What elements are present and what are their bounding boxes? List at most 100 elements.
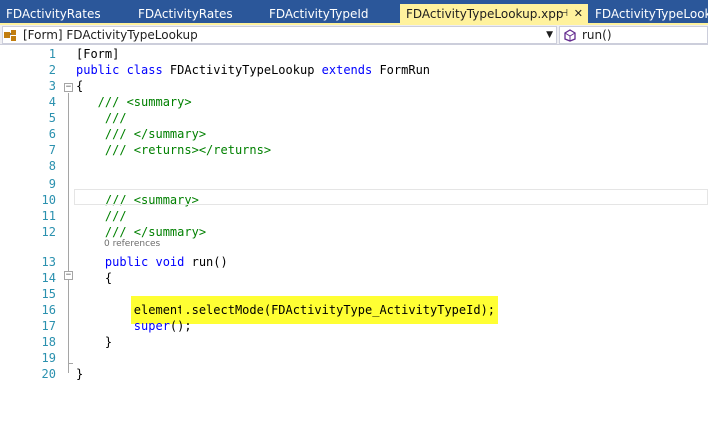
code-line[interactable]: 7 /// <returns></returns> [0,142,708,158]
method-selector-label: run() [582,28,612,42]
outline-end-marker [68,363,73,364]
line-number: 15 [41,287,56,301]
code-line[interactable]: 6 /// </summary> [0,126,708,142]
code-line[interactable]: 5 /// [0,110,708,126]
code-text: /// </summary> [76,126,206,142]
code-token: (); [169,319,192,333]
code-text: public void run() [76,254,228,270]
line-number: 4 [48,95,56,109]
tab-fdactivityrates-2[interactable]: FDActivityRates [132,4,260,24]
class-selector-dropdown[interactable]: [Form] FDActivityTypeLookup ▼ [2,26,557,44]
code-text: /// [76,110,127,126]
code-line[interactable]: 12 /// </summary> [0,224,708,240]
line-number: 20 [41,367,56,381]
line-number: 19 [41,351,56,365]
line-number: 9 [48,177,56,191]
tab-label: FDActivityTypeId [269,7,369,21]
code-text: element.selectMode(FDActivityType_Activi… [76,299,496,321]
code-line[interactable]: 14 { [0,270,708,286]
code-line[interactable]: 11 /// [0,208,708,224]
tab-fdactivitytypelookup-xpp[interactable]: FDActivityTypeLookup.xpp ⊣ ✕ [400,4,588,24]
line-number: 17 [41,319,56,333]
line-number: 6 [48,127,56,141]
code-text: super(); [76,318,192,334]
line-number: 10 [41,193,56,207]
code-line[interactable]: 13 public void run() [0,254,708,270]
comment-token: /// [76,111,127,125]
collapse-method-icon[interactable]: − [64,271,73,280]
code-line[interactable]: 19 [0,350,708,366]
code-token: [Form] [76,47,120,61]
tab-label: FDActivityRates [138,7,233,21]
line-number: 1 [48,47,56,61]
tab-label: FDActivityTypeLookup.xpp [406,7,564,21]
code-line[interactable]: 4 /// <summary> [0,94,708,110]
comment-token: /// [76,209,127,223]
code-text: /// <summary> [76,94,192,110]
line-number: 12 [41,225,56,239]
comment-token: /// <returns></returns> [76,143,272,157]
code-text: } [76,366,83,382]
line-number: 18 [41,335,56,349]
comment-token: /// </summary> [76,127,207,141]
form-class-icon [4,30,16,41]
line-number: 11 [41,209,56,223]
collapse-class-icon[interactable]: − [64,83,73,92]
line-number: 14 [41,271,56,285]
method-cube-icon [564,29,576,42]
code-line[interactable]: 1 [Form] [0,46,708,62]
code-text: /// [76,208,127,224]
code-line[interactable]: 2 public class FDActivityTypeLookup exten… [0,62,708,78]
outline-guide [68,93,69,373]
tab-label: FDActivityRates [6,7,101,21]
code-line[interactable]: 3{ [0,78,708,94]
code-line[interactable]: 20} [0,366,708,382]
code-text: } [76,334,112,350]
tab-label: FDActivityTypeLookup [595,7,708,21]
chevron-down-icon[interactable]: ▼ [546,27,553,43]
line-number: 3 [48,79,56,93]
code-line[interactable]: 17 super(); [0,318,708,334]
tab-fdactivityrates-1[interactable]: FDActivityRates [0,4,128,24]
comment-token: /// <summary> [76,95,192,109]
code-line[interactable]: 16 element.selectMode(FDActivityType_Act… [0,299,708,321]
line-number: 16 [41,303,56,317]
code-token: { [76,271,113,285]
code-text: [Form] [76,46,119,62]
code-token: FormRun [372,63,431,77]
tab-fdactivitytypelookup[interactable]: FDActivityTypeLookup [589,4,708,24]
pin-icon[interactable]: ⊣ [559,4,568,24]
tab-fdactivitytypeid[interactable]: FDActivityTypeId [263,4,398,24]
code-line[interactable]: 18 } [0,334,708,350]
code-editor[interactable]: 1 [Form] 2 public class FDActivityTypeLooku… [0,46,708,428]
code-token: } [76,335,113,349]
line-number: 8 [48,159,56,173]
code-token: run() [184,255,228,269]
navigation-bar: [Form] FDActivityTypeLookup ▼ run() [0,25,708,45]
line-number: 2 [48,63,56,77]
class-selector-label: [Form] FDActivityTypeLookup [23,28,198,42]
code-line[interactable]: 8 [0,158,708,174]
close-icon[interactable]: ✕ [574,4,583,24]
code-token: } [76,367,84,381]
method-selector-dropdown[interactable]: run() [559,26,708,44]
code-lens-references[interactable]: 0 references [104,239,160,249]
keyword-token: public class [76,63,163,77]
line-number: 5 [48,111,56,125]
code-token: FDActivityTypeLookup [162,63,322,77]
code-token: { [76,79,84,93]
line-number: 13 [41,255,56,269]
current-line-indicator [74,189,708,205]
code-text: /// <returns></returns> [76,142,271,158]
keyword-token: extends [321,63,373,77]
code-text: /// </summary> [76,224,206,240]
keyword-token: super [133,319,170,333]
keyword-token: public void [76,255,185,269]
line-number: 7 [48,143,56,157]
code-text: public class FDActivityTypeLookup extend… [76,62,430,78]
document-tab-strip: FDActivityRates FDActivityRates FDActivi… [0,0,708,25]
comment-token: /// </summary> [76,225,207,239]
code-text: { [76,78,83,94]
